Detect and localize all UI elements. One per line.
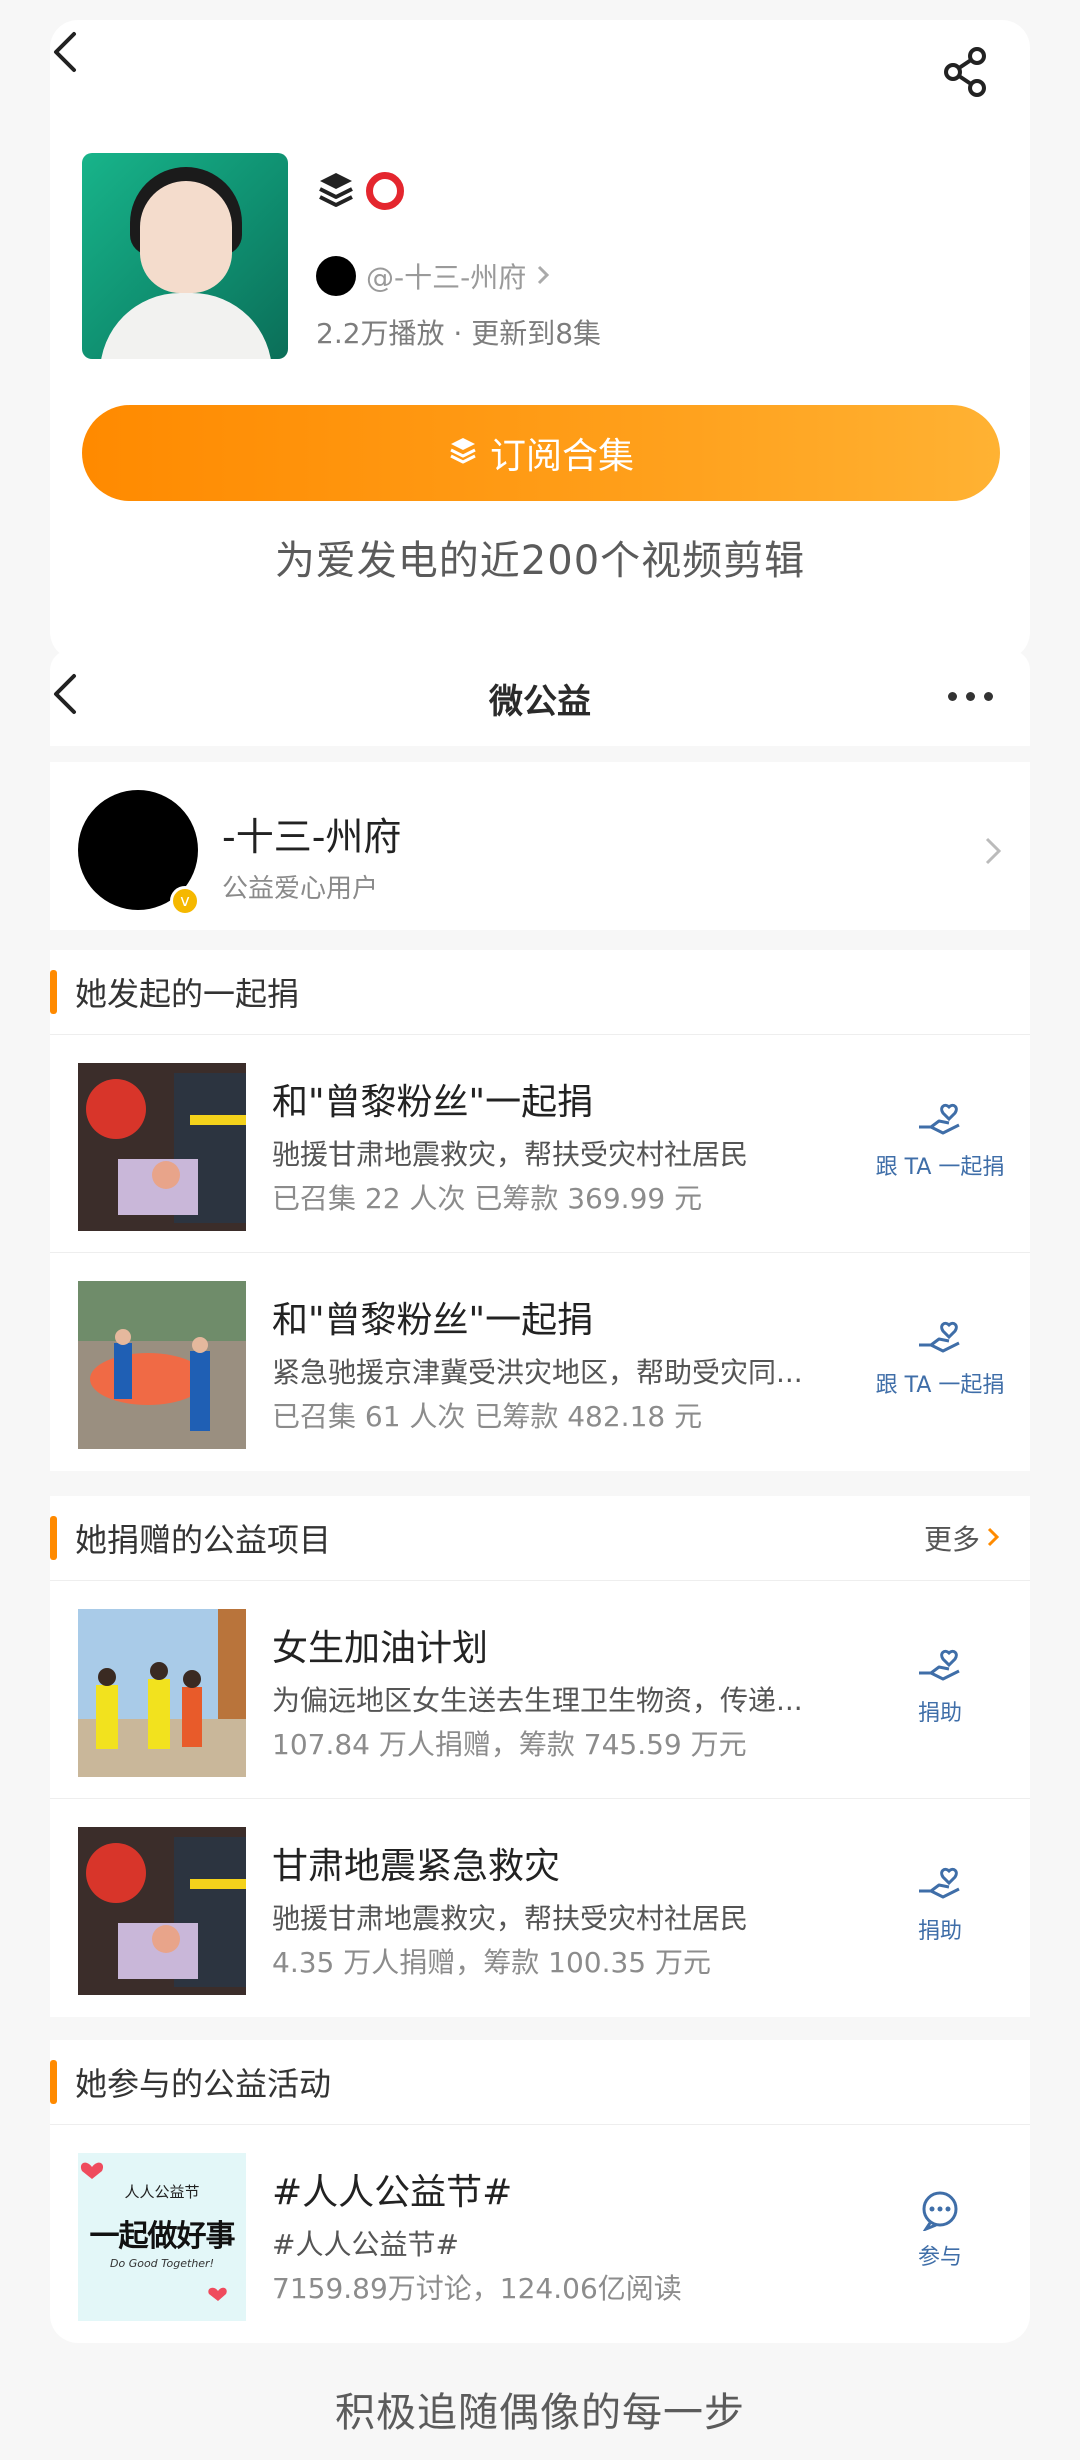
red-circle-icon [366, 172, 404, 210]
caption-top: 为爱发电的近200个视频剪辑 [274, 538, 806, 584]
layers-icon [316, 169, 356, 213]
donate-button[interactable]: 捐助 [870, 1865, 1010, 1945]
list-item[interactable]: 女生加油计划 为偏远地区女生送去生理卫生物资，传递... 107.84 万人捐赠… [50, 1580, 1030, 1799]
flood-rescue-thumbnail [78, 1281, 246, 1449]
item-desc: #人人公益节# [272, 2228, 459, 2261]
participate-button[interactable]: 参与 [870, 2191, 1010, 2271]
girls-project-thumbnail [78, 1609, 246, 1777]
section-title: 她发起的一起捐 [75, 975, 300, 1013]
item-stat: 107.84 万人捐赠，筹款 745.59 万元 [272, 1728, 747, 1761]
item-desc: 驰援甘肃地震救灾，帮扶受灾村社居民 [272, 1902, 749, 1935]
author-name: @-十三-州府 [366, 261, 527, 294]
cover-body [100, 293, 272, 359]
list-item[interactable]: 甘肃地震紧急救灾 驰援甘肃地震救灾，帮扶受灾村社居民 4.35 万人捐赠，筹款 … [50, 1798, 1030, 2017]
subscribe-button[interactable]: 订阅合集 [82, 405, 1000, 501]
chat-bubble-icon [870, 2191, 1010, 2231]
donate-together-button[interactable]: 跟 TA 一起捐 [870, 1319, 1010, 1399]
chevron-right-icon[interactable] [984, 836, 1002, 870]
item-stat: 已召集 22 人次 已筹款 369.99 元 [272, 1182, 703, 1215]
item-title: 甘肃地震紧急救灾 [272, 1846, 561, 1887]
cover-face [140, 181, 232, 293]
activity-thumbnail: 人人公益节 一起做好事 Do Good Together! [78, 2153, 246, 2321]
item-desc: 为偏远地区女生送去生理卫生物资，传递... [272, 1684, 803, 1717]
section-title: 她参与的公益活动 [75, 2065, 332, 2103]
item-desc: 驰援甘肃地震救灾，帮扶受灾村社居民 [272, 1138, 749, 1171]
action-label: 捐助 [917, 1701, 962, 1726]
list-item[interactable]: 和"曾黎粉丝"一起捐 紧急驰援京津冀受洪灾地区，帮助受灾同... 已召集 61 … [50, 1252, 1030, 1471]
donate-button[interactable]: 捐助 [870, 1647, 1010, 1727]
more-label: 更多 [923, 1523, 980, 1556]
section-activities-header: 她参与的公益活动 [50, 2040, 1030, 2124]
section-title: 她捐赠的公益项目 [75, 1521, 332, 1559]
section-accent-bar [50, 2060, 57, 2104]
heart-hand-icon [870, 1647, 1010, 1687]
layers-icon [448, 433, 478, 474]
item-stat: 已召集 61 人次 已筹款 482.18 元 [272, 1400, 703, 1433]
item-desc: 紧急驰援京津冀受洪灾地区，帮助受灾同... [272, 1356, 803, 1389]
author-link[interactable]: @-十三-州府 [316, 256, 550, 296]
thumb-big-text: 一起做好事 [89, 2219, 236, 2254]
page-title: 微公益 [489, 682, 591, 722]
caption-bottom: 积极追随偶像的每一步 [335, 2390, 745, 2436]
heart-hand-icon [870, 1319, 1010, 1359]
collection-title [316, 165, 404, 217]
share-icon[interactable] [940, 46, 992, 102]
action-label: 参与 [917, 2245, 962, 2270]
rescue-thumbnail [78, 1827, 246, 1995]
item-title: 和"曾黎粉丝"一起捐 [272, 1082, 594, 1123]
avatar [316, 256, 356, 296]
thumb-en-text: Do Good Together! [110, 2257, 214, 2270]
action-label: 跟 TA 一起捐 [875, 1155, 1005, 1180]
profile-name: -十三-州府 [222, 815, 402, 859]
verified-icon: v [170, 886, 200, 916]
section-accent-bar [50, 970, 57, 1014]
section-initiated-header: 她发起的一起捐 [50, 950, 1030, 1034]
section-accent-bar [50, 1516, 57, 1560]
chevron-right-icon [536, 260, 550, 293]
rescue-thumbnail [78, 1063, 246, 1231]
action-label: 捐助 [917, 1919, 962, 1944]
heart-hand-icon [870, 1101, 1010, 1141]
item-stat: 7159.89万讨论，124.06亿阅读 [272, 2272, 682, 2305]
subscribe-label: 订阅合集 [489, 436, 634, 477]
item-stat: 4.35 万人捐赠，筹款 100.35 万元 [272, 1946, 712, 1979]
item-title: 和"曾黎粉丝"一起捐 [272, 1300, 594, 1341]
profile-role: 公益爱心用户 [222, 874, 379, 904]
chevron-right-icon [986, 1522, 1000, 1555]
heart-hand-icon [870, 1865, 1010, 1905]
list-item[interactable]: 人人公益节 一起做好事 Do Good Together! #人人公益节# #人… [50, 2124, 1030, 2343]
list-item[interactable]: 和"曾黎粉丝"一起捐 驰援甘肃地震救灾，帮扶受灾村社居民 已召集 22 人次 已… [50, 1034, 1030, 1253]
thumb-badge: 人人公益节 [124, 2183, 200, 2201]
collection-meta: 2.2万播放 · 更新到8集 [316, 317, 602, 350]
section-donated-header: 她捐赠的公益项目 更多 [50, 1496, 1030, 1580]
collection-cover[interactable] [82, 153, 288, 359]
item-title: 女生加油计划 [272, 1628, 489, 1669]
back-icon[interactable] [46, 30, 86, 74]
donate-together-button[interactable]: 跟 TA 一起捐 [870, 1101, 1010, 1181]
more-link[interactable]: 更多 [924, 1518, 1000, 1558]
action-label: 跟 TA 一起捐 [875, 1373, 1005, 1398]
item-title: #人人公益节# [272, 2172, 513, 2213]
more-icon[interactable] [948, 692, 993, 701]
